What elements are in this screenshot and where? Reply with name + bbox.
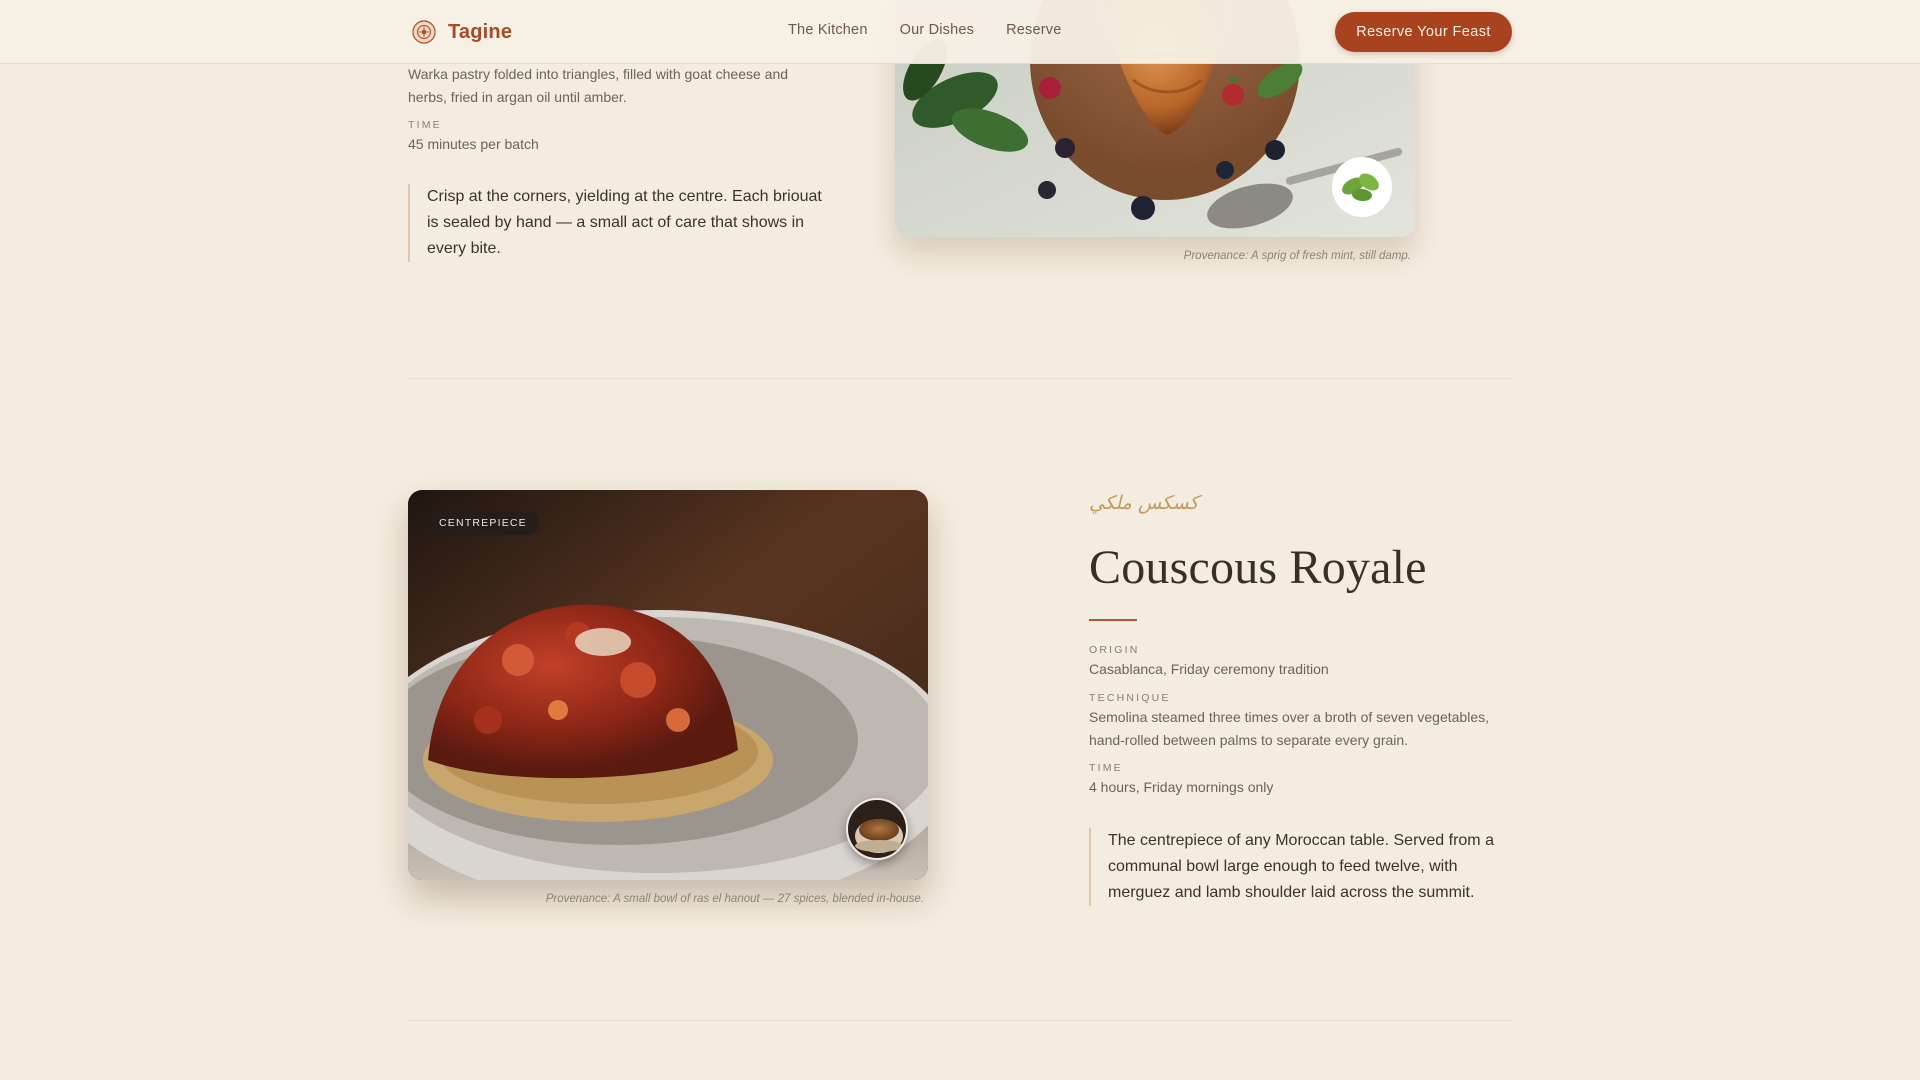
dish-photo-couscous: CENTREPIECE [408,490,928,880]
dish-title: Couscous Royale [1089,541,1427,594]
centrepiece-badge: CENTREPIECE [427,511,539,535]
time-value: 45 minutes per batch [408,136,539,152]
section-divider [408,1020,1512,1021]
nav-link-our-dishes[interactable]: Our Dishes [900,22,975,38]
site-header: Tagine The Kitchen Our Dishes Reserve Re… [0,0,1920,64]
photo-caption: Provenance: A small bowl of ras el hanou… [545,893,924,905]
time-value: 4 hours, Friday mornings only [1089,779,1274,795]
reserve-your-feast-button[interactable]: Reserve Your Feast [1335,12,1512,52]
title-accent-rule [1089,619,1137,621]
dish-quote: The centrepiece of any Moroccan table. S… [1089,828,1521,906]
brand-logo-link[interactable]: Tagine [412,20,512,44]
dish-description: Warka pastry folded into triangles, fill… [408,66,789,105]
nav-link-reserve[interactable]: Reserve [1006,22,1061,38]
time-label: TIME [1089,762,1123,774]
nav-link-the-kitchen[interactable]: The Kitchen [788,22,868,38]
ras-el-hanout-thumbnail [846,798,908,860]
dish-arabic-name: كسكس ملكي [1089,492,1199,514]
brand-name: Tagine [448,20,513,43]
photo-caption: Provenance: A sprig of fresh mint, still… [1183,250,1411,262]
origin-label: ORIGIN [1089,644,1140,656]
technique-value: Semolina steamed three times over a brot… [1089,709,1489,748]
main-nav: The Kitchen Our Dishes Reserve [788,22,1062,38]
origin-value: Casablanca, Friday ceremony tradition [1089,661,1329,677]
dish-quote: Crisp at the corners, yielding at the ce… [408,184,828,262]
time-label: TIME [408,119,442,131]
tagine-logo-icon [412,20,436,44]
technique-label: TECHNIQUE [1089,692,1171,704]
section-divider [408,378,1512,379]
